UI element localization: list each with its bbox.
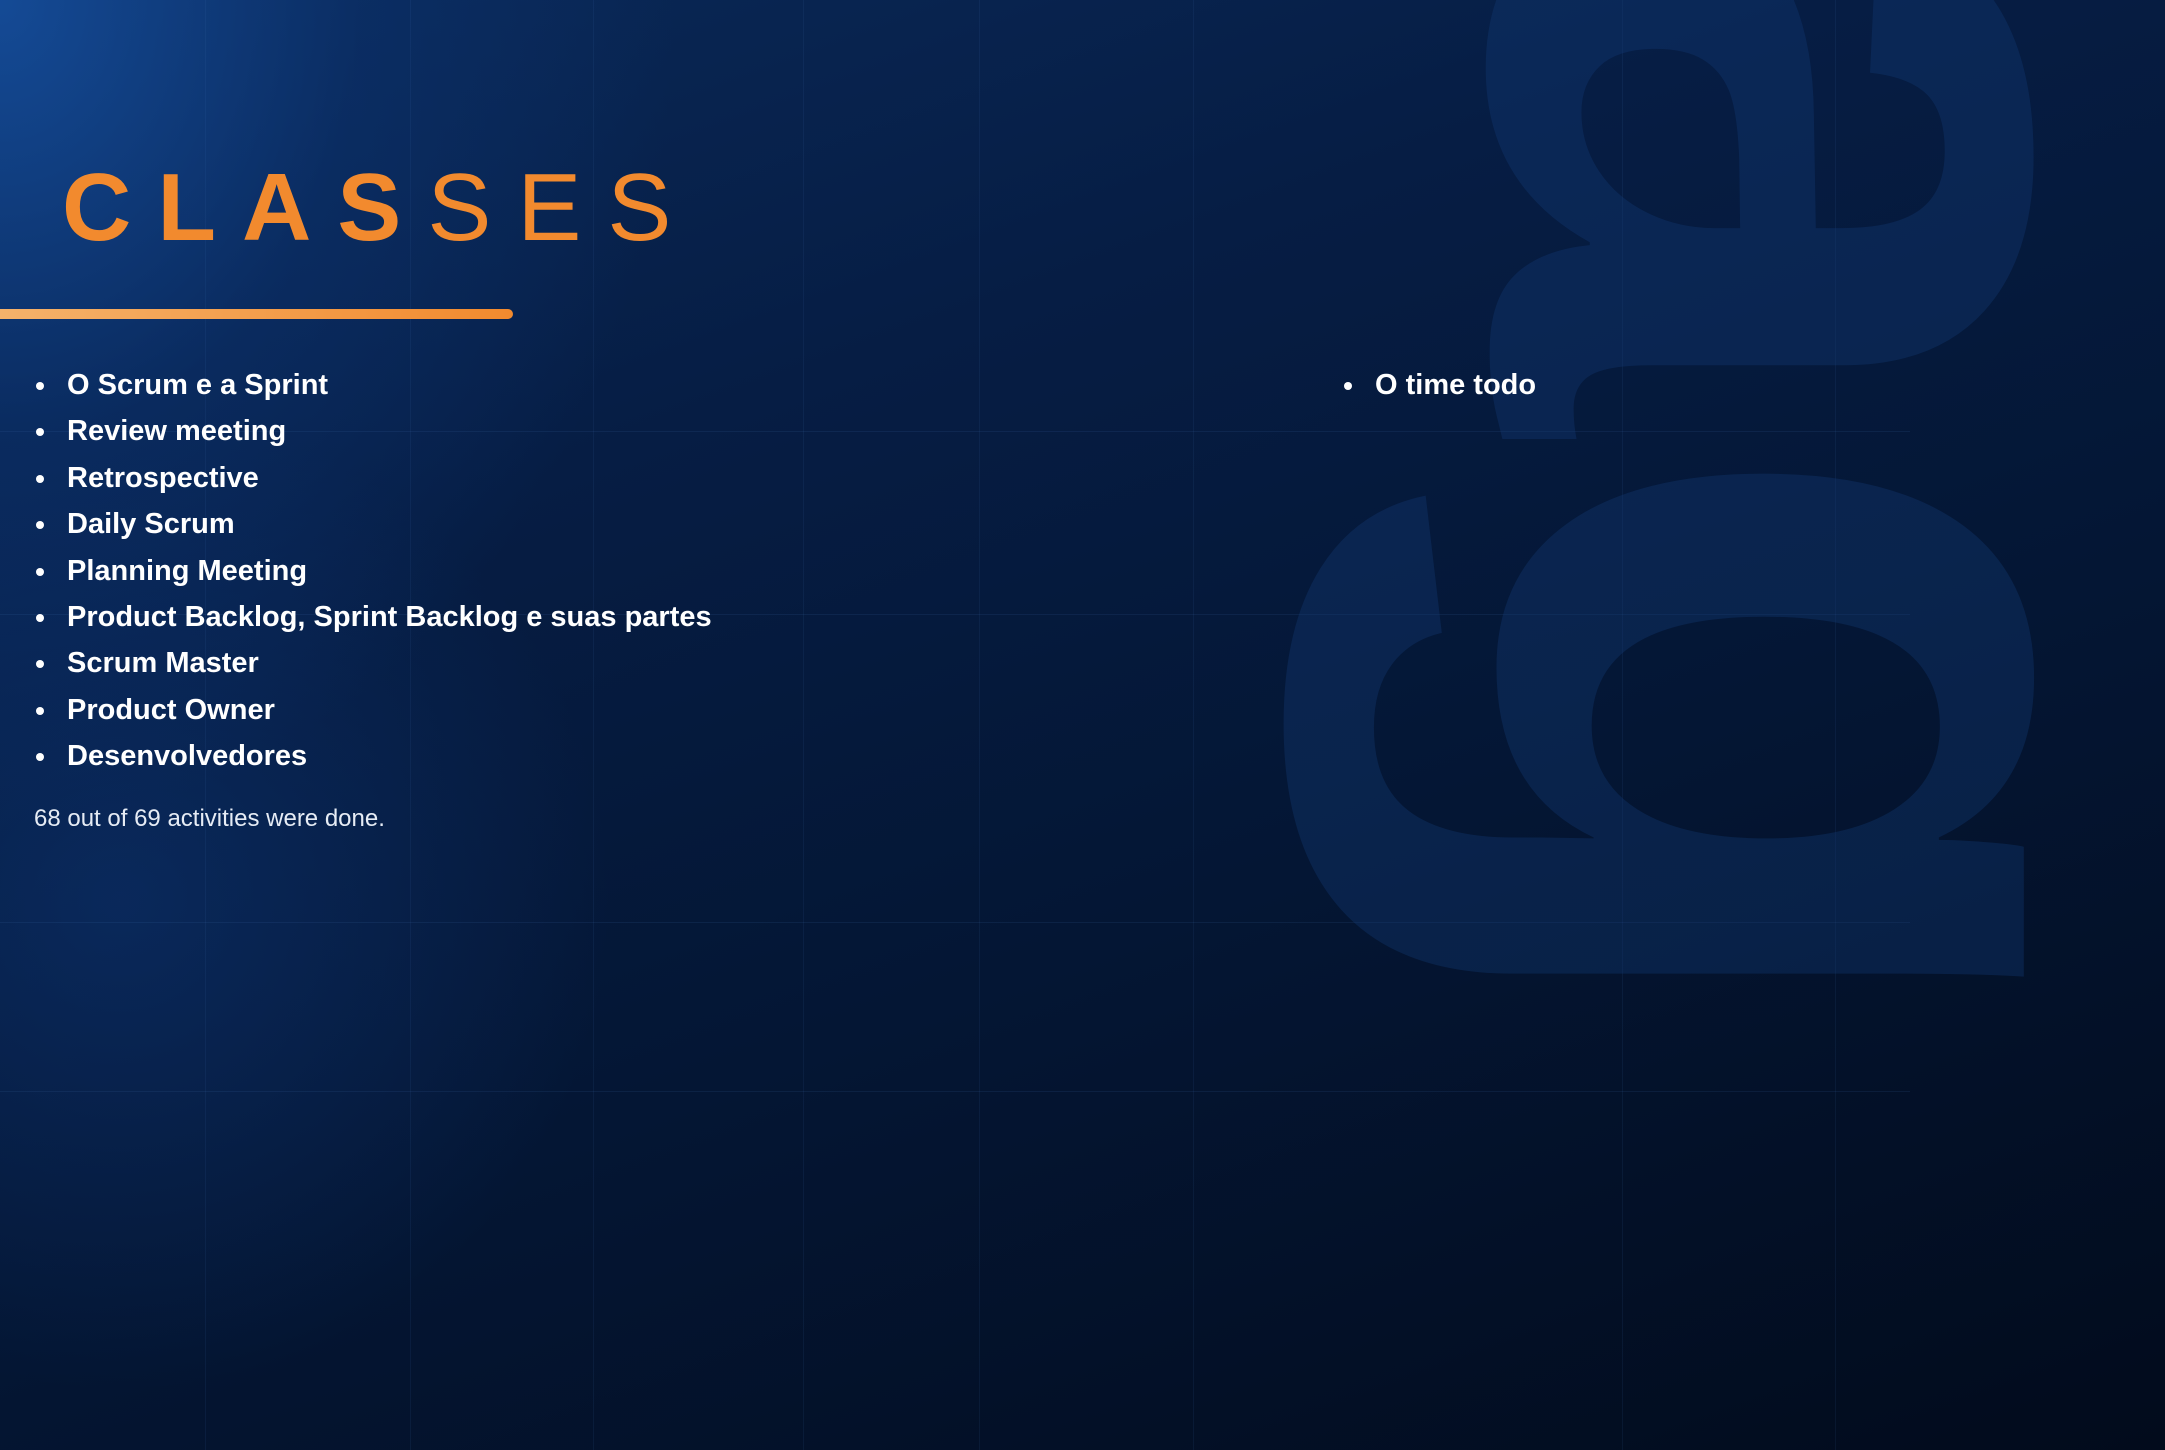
page-title: CLASSES — [62, 160, 697, 256]
list-item: Product Owner — [34, 687, 712, 733]
grid-line — [0, 1091, 1910, 1092]
list-item: Product Backlog, Sprint Backlog e suas p… — [34, 594, 712, 640]
list-item: O time todo — [1342, 362, 1536, 408]
list-item: Retrospective — [34, 455, 712, 501]
page-title-light: SES — [427, 154, 698, 261]
list-item: Planning Meeting — [34, 548, 712, 594]
progress-summary: 68 out of 69 activities were done. — [34, 805, 385, 832]
list-item: O Scrum e a Sprint — [34, 362, 712, 408]
list-item: Scrum Master — [34, 640, 712, 686]
class-list-right: O time todo — [1342, 362, 1536, 408]
grid-line — [1193, 0, 1194, 1450]
list-item: Review meeting — [34, 408, 712, 454]
background-watermark: ag — [1283, 0, 2165, 1044]
grid-line — [803, 0, 804, 1450]
title-underline — [0, 309, 513, 319]
grid-line — [979, 0, 980, 1450]
list-item: Desenvolvedores — [34, 733, 712, 779]
list-item: Daily Scrum — [34, 501, 712, 547]
page-title-bold: CLAS — [62, 154, 428, 261]
class-list-left: O Scrum e a Sprint Review meeting Retros… — [34, 362, 712, 780]
